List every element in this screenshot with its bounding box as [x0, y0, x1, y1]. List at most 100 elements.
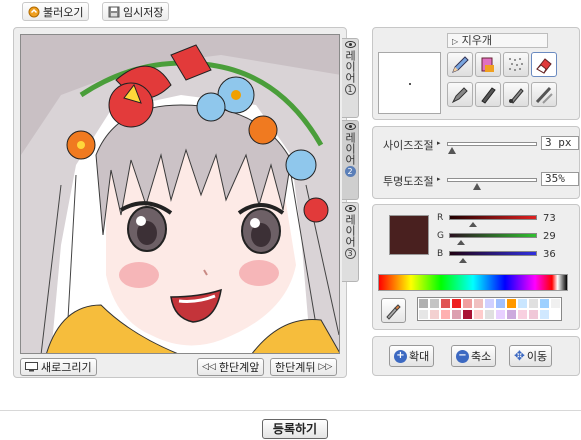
palette-swatch[interactable] — [528, 309, 539, 320]
pen-icon — [481, 87, 496, 104]
new-drawing-button[interactable]: 새로그리기 — [20, 358, 97, 376]
size-arrow-icon: ▸ — [437, 139, 441, 147]
smudge-icon — [535, 86, 553, 104]
palette-swatch[interactable] — [550, 298, 561, 309]
red-slider-thumb[interactable] — [469, 222, 477, 227]
pen-tool[interactable] — [475, 82, 501, 107]
blue-slider-thumb[interactable] — [459, 258, 467, 263]
palette-swatch[interactable] — [484, 309, 495, 320]
visibility-eye-icon[interactable] — [344, 205, 356, 212]
palette-swatch[interactable] — [440, 309, 451, 320]
zoom-out-icon: − — [456, 349, 469, 363]
palette-swatch[interactable] — [440, 298, 451, 309]
move-button[interactable]: ✥ 이동 — [509, 345, 553, 367]
new-drawing-label: 새로그리기 — [41, 361, 92, 374]
size-value[interactable]: 3 px — [541, 136, 579, 150]
eraser-tool[interactable] — [531, 52, 557, 77]
layer-tab-1[interactable]: 레이어 1 — [342, 38, 359, 118]
slider-panel: 사이즈조절 ▸ 3 px 투명도조절 ▸ 35% — [372, 126, 580, 199]
eyedropper-icon — [386, 304, 401, 320]
palette-swatch[interactable] — [418, 309, 429, 320]
opacity-label: 투명도조절 — [383, 175, 434, 188]
marker-icon — [451, 87, 468, 104]
palette-swatch[interactable] — [451, 309, 462, 320]
marker-tool[interactable] — [447, 82, 473, 107]
green-slider-thumb[interactable] — [457, 240, 465, 245]
zoom-out-label: 축소 — [471, 350, 492, 363]
layer-label-1: 레이어 — [343, 50, 357, 83]
eyedropper-button[interactable] — [381, 298, 406, 323]
smudge-tool[interactable] — [531, 82, 557, 107]
brush-icon — [481, 57, 494, 72]
current-color-swatch — [389, 215, 429, 255]
blue-slider[interactable] — [449, 251, 537, 256]
load-label: 불러오기 — [43, 5, 84, 19]
zoom-in-button[interactable]: + 확대 — [389, 345, 435, 367]
palette-swatch[interactable] — [539, 298, 550, 309]
palette-swatch[interactable] — [462, 309, 473, 320]
undo-button[interactable]: ◁◁ 한단계앞 — [197, 358, 265, 376]
opacity-arrow-icon: ▸ — [437, 175, 441, 183]
spray-tool[interactable] — [503, 52, 529, 77]
double-left-arrow-icon: ◁◁ — [202, 362, 216, 372]
temp-save-label: 임시저장 — [123, 5, 164, 19]
pencil-tool[interactable] — [447, 52, 473, 77]
layer-tab-2[interactable]: 레이어 2 — [342, 120, 359, 200]
palette-swatch[interactable] — [429, 309, 440, 320]
move-label: 이동 — [526, 350, 548, 363]
undo-label: 한단계앞 — [218, 361, 260, 374]
palette-swatch[interactable] — [528, 298, 539, 309]
monitor-icon — [25, 362, 38, 372]
palette-swatch[interactable] — [429, 298, 440, 309]
size-slider[interactable] — [447, 142, 537, 146]
palette-swatch[interactable] — [517, 298, 528, 309]
palette-swatch[interactable] — [473, 309, 484, 320]
green-label: G — [437, 231, 444, 241]
load-button[interactable]: 불러오기 — [22, 2, 90, 21]
pencil-icon — [452, 56, 469, 73]
layer-label-2: 레이어 — [343, 132, 357, 165]
blue-value: 36 — [543, 249, 556, 260]
palette-swatch[interactable] — [451, 298, 462, 309]
palette-swatch[interactable] — [495, 309, 506, 320]
red-value: 73 — [543, 213, 556, 224]
move-arrows-icon: ✥ — [514, 348, 525, 364]
spray-icon — [509, 58, 523, 71]
zoom-out-button[interactable]: − 축소 — [451, 345, 497, 367]
green-value: 29 — [543, 231, 556, 242]
tools-panel: ▷ 지우개 — [372, 27, 580, 120]
drawing-canvas[interactable] — [20, 34, 340, 354]
layer-number-3: 3 — [344, 248, 356, 259]
size-slider-thumb[interactable] — [448, 147, 456, 154]
current-tool-label: 지우개 — [461, 34, 493, 47]
palette-swatch[interactable] — [539, 309, 550, 320]
redo-label: 한단계뒤 — [275, 361, 316, 374]
palette-swatch[interactable] — [495, 298, 506, 309]
palette-swatch[interactable] — [484, 298, 495, 309]
red-label: R — [437, 213, 444, 223]
layer-tab-3[interactable]: 레이어 3 — [342, 202, 359, 282]
save-icon — [108, 6, 120, 18]
opacity-slider-thumb[interactable] — [473, 183, 481, 190]
red-slider[interactable] — [449, 215, 537, 220]
green-slider[interactable] — [449, 233, 537, 238]
opacity-value[interactable]: 35% — [541, 172, 579, 186]
palette-swatch[interactable] — [473, 298, 484, 309]
palette-swatch[interactable] — [506, 298, 517, 309]
opacity-slider[interactable] — [447, 178, 537, 182]
submit-button[interactable]: 등록하기 — [262, 419, 328, 439]
visibility-eye-icon[interactable] — [344, 123, 356, 130]
brush-preview — [378, 52, 441, 114]
palette-swatch[interactable] — [550, 309, 561, 320]
palette-swatch[interactable] — [517, 309, 528, 320]
color-spectrum[interactable] — [378, 274, 568, 291]
palette-swatch[interactable] — [462, 298, 473, 309]
color-palette — [417, 297, 562, 321]
palette-swatch[interactable] — [506, 309, 517, 320]
temp-save-button[interactable]: 임시저장 — [102, 2, 170, 21]
fill-tool[interactable] — [503, 82, 529, 107]
brush-tool[interactable] — [475, 52, 501, 77]
redo-button[interactable]: 한단계뒤 ▷▷ — [270, 358, 338, 376]
palette-swatch[interactable] — [418, 298, 429, 309]
visibility-eye-icon[interactable] — [344, 41, 356, 48]
